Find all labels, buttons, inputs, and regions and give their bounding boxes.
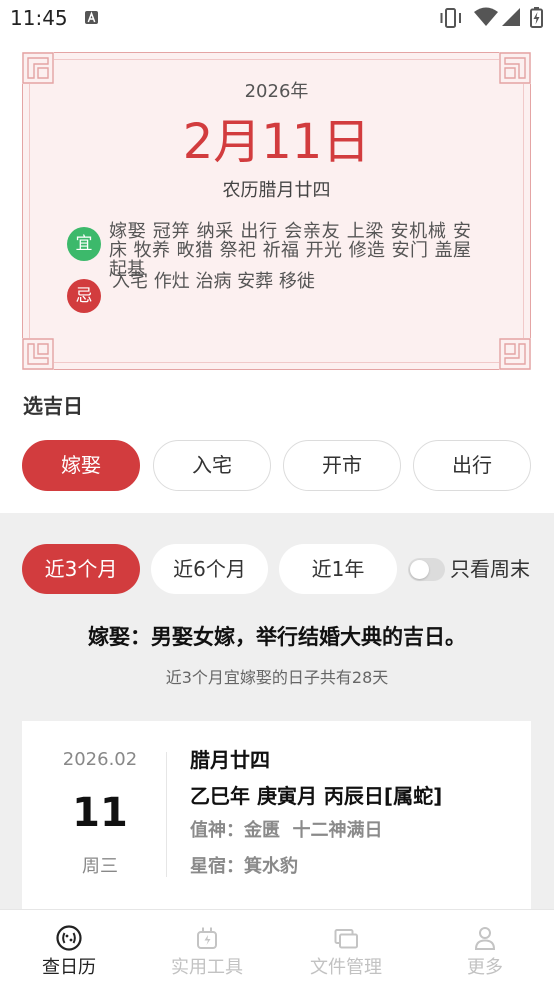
nav-more[interactable]: 更多 xyxy=(416,910,554,984)
calendar-date[interactable]: 2月11日 xyxy=(23,114,530,170)
nav-tools[interactable]: 实用工具 xyxy=(138,910,276,984)
category-chip-kaishi[interactable]: 开市 xyxy=(283,440,401,491)
weekend-only-toggle[interactable] xyxy=(408,558,445,581)
result-weekday: 周三 xyxy=(82,856,118,877)
result-xingxiu: 星宿：箕水豹 xyxy=(190,856,298,877)
section-title: 选吉日 xyxy=(23,394,83,418)
nav-more-label: 更多 xyxy=(467,957,503,978)
result-card[interactable]: 2026.02 11 周三 腊月廿四 乙巳年 庚寅月 丙辰日[属蛇] 值神：金匮… xyxy=(22,721,531,921)
category-chip-jiaqu[interactable]: 嫁娶 xyxy=(22,440,140,491)
category-chip-ruzhai[interactable]: 入宅 xyxy=(153,440,271,491)
person-icon xyxy=(474,927,496,950)
category-chip-chuxing[interactable]: 出行 xyxy=(413,440,531,491)
toggle-knob xyxy=(410,560,429,579)
a-notification-icon xyxy=(85,11,98,24)
ji-activities: 入宅 作灶 治病 安葬 移徙 xyxy=(112,271,315,292)
nav-files[interactable]: 文件管理 xyxy=(277,910,415,984)
nav-calendar[interactable]: 查日历 xyxy=(0,910,138,984)
tools-charger-icon xyxy=(197,927,217,949)
status-icons xyxy=(85,7,543,28)
corner-ornament-icon xyxy=(22,338,54,370)
nav-files-label: 文件管理 xyxy=(310,957,382,978)
calendar-year: 2026年 xyxy=(244,81,309,102)
almanac-card: 2026年 2月11日 农历腊月廿四 宜 嫁娶 冠笄 纳采 出行 会亲友 上梁 … xyxy=(22,52,531,370)
signal-icon xyxy=(502,8,520,26)
status-bar: 11:45 xyxy=(0,0,554,38)
period-6-months[interactable]: 近6个月 xyxy=(151,544,268,594)
nav-calendar-label: 查日历 xyxy=(42,957,96,978)
weekend-only-label[interactable]: 只看周末 xyxy=(450,556,530,582)
result-ganzhi: 乙巳年 庚寅月 丙辰日[属蛇] xyxy=(190,784,443,808)
period-3-months[interactable]: 近3个月 xyxy=(22,544,140,594)
bottom-nav: 查日历 实用工具 文件管理 更多 xyxy=(0,909,554,984)
card-inner-border xyxy=(29,59,524,363)
result-count-summary: 近3个月宜嫁娶的日子共有28天 xyxy=(165,668,389,687)
result-day: 11 xyxy=(72,790,128,836)
nav-tools-label: 实用工具 xyxy=(171,957,243,978)
lunar-date: 农历腊月廿四 xyxy=(222,180,331,201)
result-lunar-date: 腊月廿四 xyxy=(190,748,270,772)
corner-ornament-icon xyxy=(499,338,531,370)
yi-badge: 宜 xyxy=(67,227,101,261)
category-description: 嫁娶：男娶女嫁，举行结婚大典的吉日。 xyxy=(88,625,466,649)
ji-badge: 忌 xyxy=(67,279,101,313)
files-icon xyxy=(334,929,358,949)
battery-charging-icon xyxy=(530,7,543,28)
vibrate-icon xyxy=(440,8,461,28)
result-year-month: 2026.02 xyxy=(62,749,138,770)
wifi-icon xyxy=(474,7,498,26)
result-divider xyxy=(166,752,167,877)
period-1-year[interactable]: 近1年 xyxy=(279,544,397,594)
calendar-face-icon xyxy=(56,925,82,951)
result-zhishen: 值神：金匮 十二神满日 xyxy=(190,820,383,841)
